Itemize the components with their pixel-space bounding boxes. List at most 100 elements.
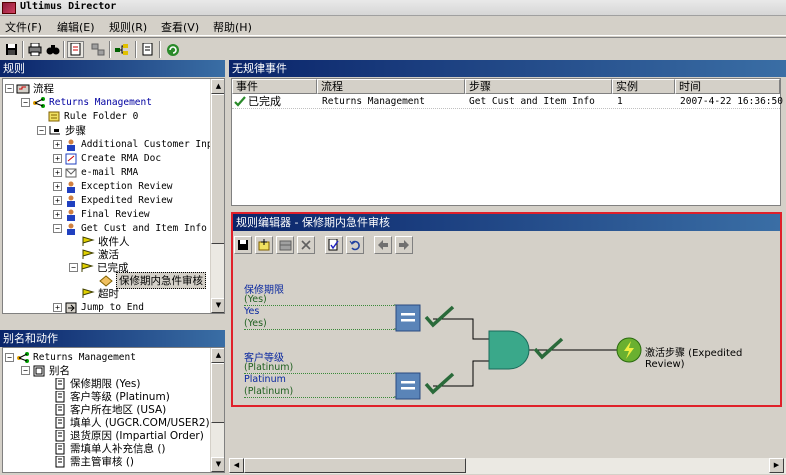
tree-item-step[interactable]: + Expedited Review xyxy=(53,194,173,207)
delete-icon[interactable] xyxy=(297,236,315,254)
right-pane-horizontal-scrollbar[interactable]: ◀ ▶ xyxy=(229,458,786,474)
and-gate-icon[interactable] xyxy=(488,330,530,370)
save-icon[interactable] xyxy=(3,41,20,58)
process-folder-icon xyxy=(16,83,30,95)
menu-rules[interactable]: 规则(R) xyxy=(109,19,147,35)
rule-editor-panel: 规则编辑器 - 保修期内急件审核 保修期限 (Yes) Yes (Yes) 客户… xyxy=(231,212,782,407)
rule-diagram-canvas: 保修期限 (Yes) Yes (Yes) 客户等级 (Platinum) Pla… xyxy=(233,259,780,405)
check-icon xyxy=(533,337,564,360)
table-cell-time: 2007-4-22 16:36:50 xyxy=(680,96,783,107)
user-step-icon xyxy=(64,223,78,235)
table-cell-event: 已完成 xyxy=(248,95,281,108)
column-header-step[interactable]: 步骤 xyxy=(465,79,612,94)
alias-doc-icon xyxy=(53,416,67,429)
add-condition-icon[interactable] xyxy=(255,236,273,254)
events-table: 事件 流程 步骤 实例 时间 已完成 Returns Management Ge… xyxy=(231,78,783,206)
jump-step-icon xyxy=(64,302,78,313)
app-icon xyxy=(2,2,16,14)
tree-icon[interactable] xyxy=(113,41,130,58)
alias-doc-icon xyxy=(53,442,67,455)
alias-item-aliases[interactable]: − 别名 xyxy=(21,364,70,377)
check-icon xyxy=(424,305,455,328)
alias-doc-icon xyxy=(53,429,67,442)
flag-icon xyxy=(81,249,95,261)
rule-logic-diagram xyxy=(394,304,642,400)
tree-item-steps[interactable]: − 步骤 xyxy=(37,124,86,137)
menu-help[interactable]: 帮助(H) xyxy=(213,19,252,35)
window-title: Ultimus Director xyxy=(20,1,117,12)
alias-item[interactable]: 需主管审核 () xyxy=(53,455,134,468)
activate-action-icon[interactable] xyxy=(616,337,642,363)
tree-item-step[interactable]: + Jump to End xyxy=(53,301,144,313)
email-step-icon xyxy=(64,167,78,179)
process-map-icon xyxy=(16,352,30,364)
tree-item-step[interactable]: + Additional Customer Inpu xyxy=(53,138,218,151)
check-rule-icon[interactable] xyxy=(325,236,343,254)
user-step-icon xyxy=(64,209,78,221)
alias-doc-icon xyxy=(53,455,67,468)
arrow-right-icon[interactable] xyxy=(395,236,413,254)
rule-editor-header: 规则编辑器 - 保修期内急件审核 xyxy=(233,214,780,231)
check-icon xyxy=(234,95,246,109)
tree-item-process[interactable]: − 流程 xyxy=(5,82,54,95)
table-cell-process: Returns Management xyxy=(322,96,425,107)
menu-file[interactable]: 文件(F) xyxy=(5,19,42,35)
action-label[interactable]: 激活步骤 (Expedited Review) xyxy=(645,344,780,370)
alias-tree: − Returns Management − 别名 保修期限 (Yes) 客户等… xyxy=(2,347,225,473)
rule-editor-toolbar xyxy=(233,233,780,257)
alias-item-process[interactable]: − Returns Management xyxy=(5,351,136,364)
alias-doc-icon xyxy=(53,390,67,403)
toolbar xyxy=(0,37,786,60)
table-cell-step: Get Cust and Item Info xyxy=(469,96,595,107)
form-step-icon xyxy=(64,153,78,165)
tree-item-step[interactable]: + Exception Review xyxy=(53,180,173,193)
find-icon[interactable] xyxy=(44,41,61,58)
rules-view-icon[interactable] xyxy=(67,41,84,58)
print-icon[interactable] xyxy=(26,41,43,58)
equals-operator-icon[interactable] xyxy=(395,372,421,400)
steps-icon xyxy=(48,125,62,137)
menu-bar: 文件(F) 编辑(E) 规则(R) 查看(V) 帮助(H) xyxy=(0,17,786,36)
menu-view[interactable]: 查看(V) xyxy=(161,19,199,35)
menu-edit[interactable]: 编辑(E) xyxy=(57,19,95,35)
check-icon xyxy=(424,372,455,395)
refresh-icon[interactable] xyxy=(164,41,181,58)
alias-pane-header: 别名和动作 xyxy=(0,330,225,347)
alias-doc-icon xyxy=(53,403,67,416)
events-pane-header: 无规律事件 xyxy=(229,60,786,77)
tree-item-step[interactable]: − Get Cust and Item Info xyxy=(53,222,207,235)
alias-doc-icon xyxy=(53,377,67,390)
column-header-instance[interactable]: 实例 xyxy=(612,79,675,94)
rules-tree: − 流程 − Returns Management Rule Folder 0 … xyxy=(2,78,225,314)
user-step-icon xyxy=(64,195,78,207)
equals-operator-icon[interactable] xyxy=(395,304,421,332)
alias-tree-scrollbar[interactable]: ▲ ▼ xyxy=(210,348,224,472)
tree-item-returns-management[interactable]: − Returns Management xyxy=(21,96,152,109)
column-header-event[interactable]: 事件 xyxy=(232,79,317,94)
undo-icon[interactable] xyxy=(346,236,364,254)
save-rule-icon[interactable] xyxy=(234,236,252,254)
user-step-icon xyxy=(64,139,78,151)
user-step-icon xyxy=(64,181,78,193)
rule-diamond-icon xyxy=(99,274,113,287)
document-icon[interactable] xyxy=(139,41,156,58)
title-bar: Ultimus Director xyxy=(0,0,786,16)
tree-item-event[interactable]: 超时 xyxy=(81,287,119,300)
tree-item-rule-folder[interactable]: Rule Folder 0 xyxy=(47,110,138,123)
rules-pane-header: 规则 xyxy=(0,60,225,77)
arrow-left-icon[interactable] xyxy=(374,236,392,254)
tree-item-step[interactable]: + Create RMA Doc xyxy=(53,152,161,165)
table-row[interactable]: 已完成 Returns Management Get Cust and Item… xyxy=(232,95,783,109)
table-icon[interactable] xyxy=(276,236,294,254)
network-icon[interactable] xyxy=(89,41,106,58)
process-map-icon xyxy=(32,97,46,109)
tree-item-step[interactable]: + Final Review xyxy=(53,208,150,221)
tree-item-step[interactable]: + e-mail RMA xyxy=(53,166,138,179)
column-header-process[interactable]: 流程 xyxy=(317,79,465,94)
rule-folder-icon xyxy=(47,111,61,123)
flag-icon xyxy=(81,236,95,248)
flag-icon xyxy=(81,288,95,300)
column-header-time[interactable]: 时间 xyxy=(675,79,780,94)
table-cell-instance: 1 xyxy=(617,96,623,107)
rules-tree-scrollbar[interactable]: ▲ ▼ xyxy=(210,79,224,313)
